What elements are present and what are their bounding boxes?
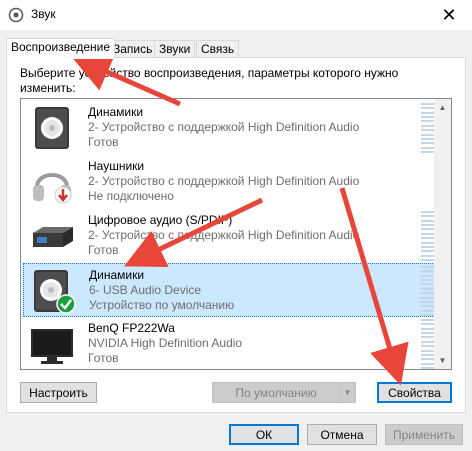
device-row-spdif[interactable]: Цифровое аудио (S/PDIF) 2- Устройство с … [23,209,435,263]
title-bar: Звук ✕ [0,0,472,30]
tab-recording[interactable]: Запись [108,40,158,58]
close-button[interactable]: ✕ [426,0,472,30]
level-meter [421,103,435,153]
monitor-icon [31,329,73,364]
device-row-headphones[interactable]: Наушники 2- Устройство с поддержкой High… [23,155,435,209]
device-status: Устройство по умолчанию [89,298,235,312]
level-meter [421,211,435,261]
device-description: 2- Устройство с поддержкой High Definiti… [88,120,360,134]
device-list[interactable]: Динамики 2- Устройство с поддержкой High… [20,98,452,370]
scroll-up-icon[interactable]: ▲ [434,99,451,116]
device-status: Не подключено [88,189,174,203]
set-default-dropdown-icon[interactable]: ▼ [340,382,356,403]
speaker-icon [35,107,69,149]
device-status: Готов [88,351,119,365]
scrollbar[interactable]: ▲ ▼ [434,99,451,369]
close-icon[interactable]: ✕ [441,5,456,26]
device-description: NVIDIA High Definition Audio [88,336,243,350]
playback-panel: Выберите устройство воспроизведения, пар… [6,57,466,413]
level-meter [420,266,434,316]
configure-button[interactable]: Настроить [20,382,97,403]
tab-playback[interactable]: Воспроизведение [6,38,116,59]
tab-communications[interactable]: Связь [196,40,240,58]
device-row-speakers-hda[interactable]: Динамики 2- Устройство с поддержкой High… [23,101,435,155]
level-meter [421,319,435,369]
device-row-speakers-usb[interactable]: Динамики 6- USB Audio Device Устройство … [23,263,435,317]
device-name: Динамики [88,105,144,119]
device-name: Цифровое аудио (S/PDIF) [88,213,233,227]
device-description: 6- USB Audio Device [89,283,202,297]
headphones-icon [33,173,72,204]
disconnected-arrow-icon [54,186,72,204]
ok-button[interactable]: ОК [229,424,299,445]
device-row-monitor[interactable]: BenQ FP222Wa NVIDIA High Definition Audi… [23,317,435,369]
device-description: 2- Устройство с поддержкой High Definiti… [88,228,360,242]
sound-app-icon [8,7,24,23]
device-name: Динамики [89,268,145,282]
device-status: Готов [88,135,119,149]
scroll-down-icon[interactable]: ▼ [434,352,451,369]
device-name: BenQ FP222Wa [88,321,175,335]
cancel-button[interactable]: Отмена [307,424,377,445]
set-default-button[interactable]: По умолчанию [212,382,340,403]
properties-button[interactable]: Свойства [377,382,452,403]
instruction-text: Выберите устройство воспроизведения, пар… [20,66,399,95]
speaker-icon [34,270,76,314]
default-check-icon [56,294,76,314]
digital-audio-icon [33,227,73,247]
apply-button[interactable]: Применить [385,424,463,445]
device-description: 2- Устройство с поддержкой High Definiti… [88,174,360,188]
device-status: Готов [88,243,119,257]
device-name: Наушники [88,159,145,173]
tab-sounds[interactable]: Звуки [154,40,196,58]
window-title: Звук [31,7,56,21]
